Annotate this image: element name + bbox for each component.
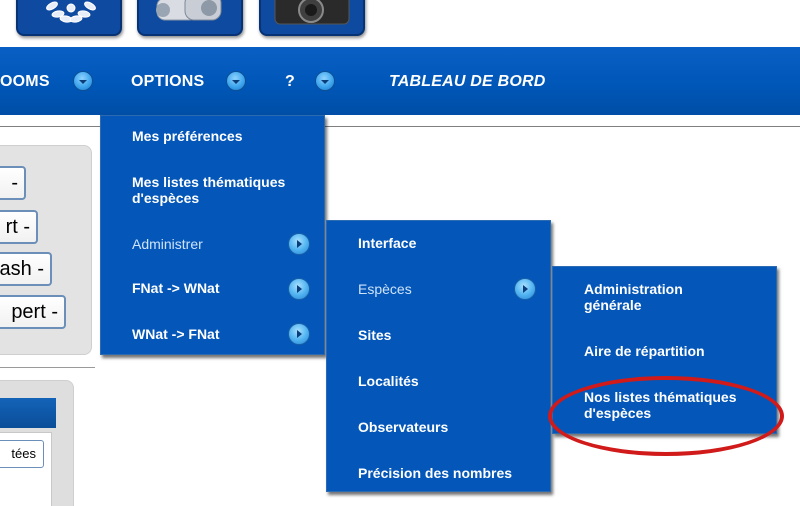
page: OOMS OPTIONS ? TABLEAU DE BORD - rt - as… — [0, 0, 800, 506]
administrer-submenu: Interface Espèces Sites Localités Observ… — [326, 220, 551, 492]
menu-item-administrer[interactable]: Administrer — [101, 228, 324, 262]
laurel-logo-tile[interactable] — [16, 0, 122, 36]
left-button-3[interactable]: ash - — [0, 252, 52, 286]
left-button-4[interactable]: pert - — [0, 295, 66, 329]
nav-dashboard[interactable]: TABLEAU DE BORD — [389, 73, 545, 91]
menu-item-label: Administrer — [132, 236, 203, 252]
rooms-dropdown-icon[interactable] — [73, 71, 93, 91]
menu-item-label: FNat -> WNat — [132, 280, 220, 296]
menu-item-wnat-fnat[interactable]: WNat -> FNat — [101, 318, 324, 352]
menu-item-sites[interactable]: Sites — [327, 319, 550, 353]
nav-help[interactable]: ? — [285, 73, 295, 91]
menu-item-mes-preferences[interactable]: Mes préférences — [101, 116, 324, 156]
menu-item-label: Sites — [358, 327, 392, 343]
highlight-annotation — [548, 376, 784, 456]
camera-icon — [274, 0, 350, 25]
menu-item-mes-listes-thematiques[interactable]: Mes listes thématiques d'espèces — [101, 164, 324, 212]
main-nav-bar: OOMS OPTIONS ? TABLEAU DE BORD — [0, 47, 800, 115]
nav-options[interactable]: OPTIONS — [131, 73, 204, 91]
left-tab[interactable]: tées — [0, 440, 44, 468]
submenu-arrow-icon — [514, 278, 536, 300]
menu-item-label: WNat -> FNat — [132, 326, 220, 342]
options-dropdown-icon[interactable] — [226, 71, 246, 91]
laurel-icon — [46, 1, 96, 23]
menu-item-interface[interactable]: Interface — [327, 227, 550, 261]
left-lower-panel-header — [0, 398, 56, 428]
left-button-1[interactable]: - — [0, 166, 26, 200]
menu-item-especes[interactable]: Espèces — [327, 273, 550, 307]
options-menu: Mes préférences Mes listes thématiques d… — [100, 115, 325, 355]
menu-item-label: Mes préférences — [132, 128, 243, 144]
menu-item-localites[interactable]: Localités — [327, 365, 550, 399]
menu-item-label: Précision des nombres — [358, 465, 513, 481]
menu-item-label: Interface — [358, 235, 417, 251]
menu-item-label: Mes listes thématiques d'espèces — [132, 174, 286, 206]
menu-item-label: Aire de répartition — [584, 343, 705, 359]
menu-item-aire-de-repartition[interactable]: Aire de répartition — [553, 333, 776, 367]
menu-item-label: Localités — [358, 373, 419, 389]
menu-item-label: Administration générale — [584, 281, 683, 313]
binoculars-tile[interactable] — [137, 0, 243, 36]
menu-item-label: Observateurs — [358, 419, 449, 435]
menu-item-fnat-wnat[interactable]: FNat -> WNat — [101, 272, 324, 306]
nav-rooms[interactable]: OOMS — [0, 73, 50, 91]
menu-item-administration-generale[interactable]: Administration générale — [553, 273, 776, 319]
left-button-2[interactable]: rt - — [0, 210, 38, 244]
submenu-arrow-icon — [288, 323, 310, 345]
binoculars-icon — [156, 0, 222, 21]
menu-item-precision-des-nombres[interactable]: Précision des nombres — [327, 457, 550, 491]
menu-item-observateurs[interactable]: Observateurs — [327, 411, 550, 445]
help-dropdown-icon[interactable] — [315, 71, 335, 91]
submenu-arrow-icon — [288, 233, 310, 255]
camera-tile[interactable] — [259, 0, 365, 36]
menu-item-label: Espèces — [358, 281, 412, 297]
submenu-arrow-icon — [288, 278, 310, 300]
left-separator — [0, 367, 95, 368]
